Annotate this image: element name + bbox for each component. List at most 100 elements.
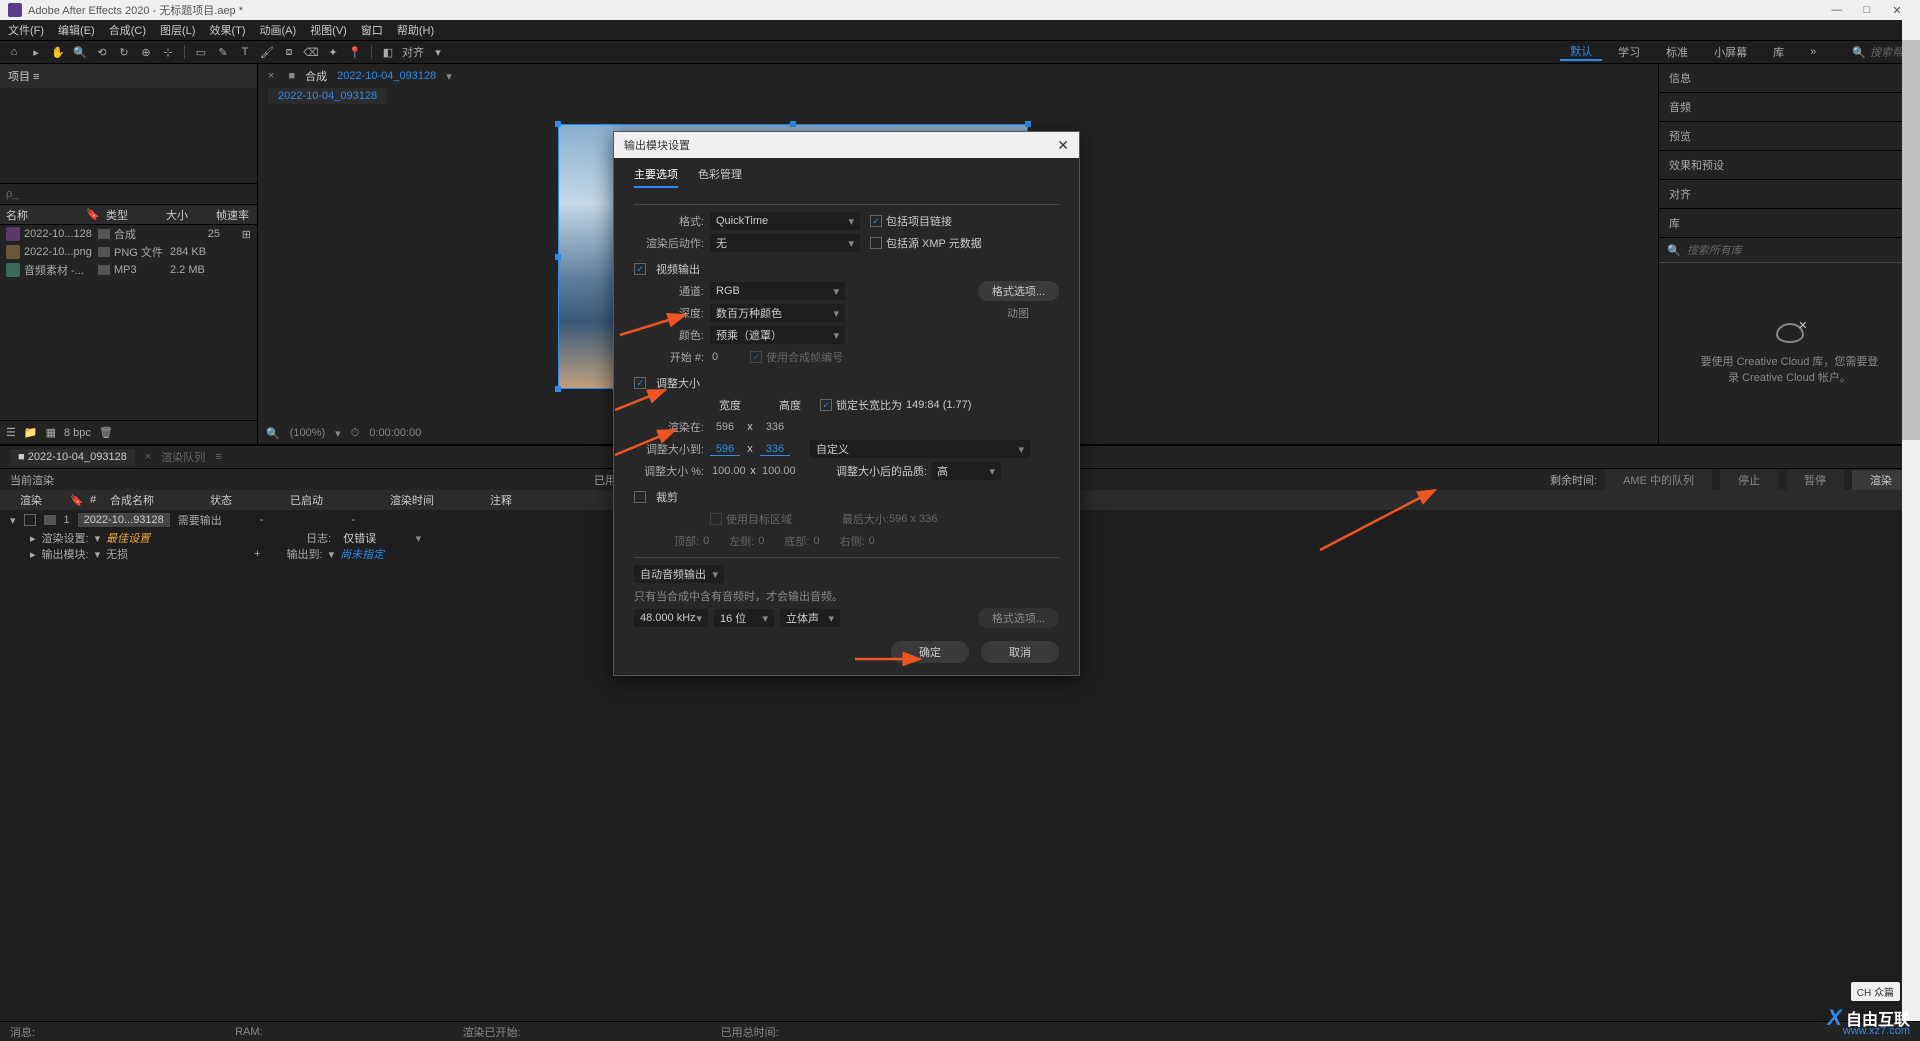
menu-layer[interactable]: 图层(L) [160, 22, 195, 38]
panel-audio[interactable]: 音频 [1659, 93, 1920, 122]
color-dropdown[interactable]: 预乘（遮罩）▾ [710, 326, 845, 344]
timeline-tab-rq[interactable]: 渲染队列 [161, 449, 205, 465]
bit-depth-dropdown[interactable]: 16 位▾ [714, 609, 774, 627]
stamp-tool-icon[interactable]: ⧈ [281, 44, 297, 60]
close-button[interactable]: ✕ [1882, 4, 1912, 17]
zoom-tool-icon[interactable]: 🔍 [72, 44, 88, 60]
close-tab-icon[interactable]: × [268, 70, 274, 82]
resize-w-input[interactable]: 596 [710, 443, 740, 456]
include-link-checkbox[interactable] [870, 215, 882, 227]
sample-rate-dropdown[interactable]: 48.000 kHz▾ [634, 609, 708, 627]
workspace-library[interactable]: 库 [1763, 44, 1794, 60]
tab-main-options[interactable]: 主要选项 [634, 166, 678, 188]
menu-help[interactable]: 帮助(H) [397, 22, 434, 38]
orbit-tool-icon[interactable]: ⟲ [94, 44, 110, 60]
workspace-small[interactable]: 小屏幕 [1704, 44, 1757, 60]
rect-tool-icon[interactable]: ▭ [193, 44, 209, 60]
menu-effect[interactable]: 效果(T) [209, 22, 245, 38]
video-output-checkbox[interactable] [634, 263, 646, 275]
snap-caret-icon[interactable]: ▾ [430, 44, 446, 60]
camera-tool-icon[interactable]: ⊕ [138, 44, 154, 60]
workspace-default[interactable]: 默认 [1560, 43, 1602, 61]
crop-checkbox[interactable] [634, 491, 646, 503]
magnify-icon[interactable]: 🔍 [266, 427, 280, 440]
text-tool-icon[interactable]: T [237, 44, 253, 60]
project-search[interactable]: ρ_ [0, 183, 257, 205]
project-item[interactable]: 2022-10...png PNG 文件 284 KB [0, 243, 257, 261]
window-scrollbar[interactable] [1902, 20, 1920, 1021]
dropdown-icon[interactable]: ▾ [446, 70, 452, 83]
use-comp-frame-checkbox[interactable] [750, 351, 762, 363]
resize-h-input[interactable]: 336 [760, 443, 790, 456]
brush-tool-icon[interactable]: 🖌 [259, 44, 275, 60]
include-xmp-checkbox[interactable] [870, 237, 882, 249]
depth-dropdown[interactable]: 数百万种颜色▾ [710, 304, 845, 322]
timeline-tab-comp[interactable]: ■ 2022-10-04_093128 [10, 449, 135, 465]
panel-preview[interactable]: 预览 [1659, 122, 1920, 151]
menu-composition[interactable]: 合成(C) [109, 22, 146, 38]
new-folder-icon[interactable]: 📁 [24, 426, 38, 439]
trash-icon[interactable]: 🗑 [99, 426, 113, 439]
comp-breadcrumb[interactable]: 2022-10-04_093128 [268, 88, 387, 104]
panel-info[interactable]: 信息 [1659, 64, 1920, 93]
format-dropdown[interactable]: QuickTime▾ [710, 212, 860, 230]
add-output-button[interactable]: + [254, 548, 260, 560]
project-panel-tab[interactable]: 项目 ≡ [0, 64, 257, 88]
col-type[interactable]: 类型 [100, 207, 160, 223]
current-time[interactable]: 0:00:00:00 [369, 427, 421, 439]
pause-button[interactable]: 暂停 [1786, 470, 1844, 490]
col-size[interactable]: 大小 [160, 207, 210, 223]
resize-preset-dropdown[interactable]: 自定义▾ [810, 440, 1030, 458]
format-options-button[interactable]: 格式选项... [978, 281, 1059, 301]
output-to-dropdown-icon[interactable]: ▾ [329, 548, 335, 561]
resize-checkbox[interactable] [634, 377, 646, 389]
bpc-toggle[interactable]: 8 bpc [64, 427, 91, 439]
workspace-more-icon[interactable]: » [1800, 46, 1826, 58]
panel-align[interactable]: 对齐 [1659, 180, 1920, 209]
new-comp-icon[interactable]: ▦ [46, 426, 56, 439]
menu-window[interactable]: 窗口 [361, 22, 383, 38]
pen-tool-icon[interactable]: ✎ [215, 44, 231, 60]
library-search[interactable]: 🔍 搜索所有库 [1659, 238, 1920, 263]
zoom-value[interactable]: (100%) [290, 427, 325, 439]
dialog-titlebar[interactable]: 输出模块设置 ✕ [614, 132, 1079, 158]
roto-tool-icon[interactable]: ✦ [325, 44, 341, 60]
menu-edit[interactable]: 编辑(E) [58, 22, 95, 38]
rotate-tool-icon[interactable]: ↻ [116, 44, 132, 60]
home-icon[interactable]: ⌂ [6, 44, 22, 60]
label-swatch[interactable] [44, 515, 56, 525]
col-fps[interactable]: 帧速率 [210, 207, 255, 223]
resize-quality-dropdown[interactable]: 高▾ [931, 462, 1001, 480]
workspace-standard[interactable]: 标准 [1656, 44, 1698, 60]
render-checkbox[interactable] [24, 514, 36, 526]
maximize-button[interactable]: □ [1852, 4, 1882, 16]
stop-button[interactable]: 停止 [1720, 470, 1778, 490]
output-module-dropdown-icon[interactable]: ▾ [95, 548, 101, 561]
anchor-tool-icon[interactable]: ⊹ [160, 44, 176, 60]
project-item[interactable]: 2022-10...128 合成 25 ⊞ [0, 225, 257, 243]
channels-dropdown[interactable]: 立体声▾ [780, 609, 840, 627]
log-dropdown[interactable]: 仅错误▾ [337, 529, 427, 547]
col-tag-icon[interactable]: 🔖 [80, 208, 100, 221]
audio-output-dropdown[interactable]: 自动音频输出▾ [634, 565, 724, 583]
selection-tool-icon[interactable]: ▸ [28, 44, 44, 60]
col-name[interactable]: 名称 [0, 207, 80, 223]
resolution-dropdown[interactable]: ▾ [335, 427, 341, 440]
comp-tab-name[interactable]: 2022-10-04_093128 [337, 70, 436, 82]
workspace-learn[interactable]: 学习 [1608, 44, 1650, 60]
panel-library[interactable]: 库 [1659, 209, 1920, 238]
render-settings-link[interactable]: 最佳设置 [106, 530, 150, 546]
postrender-dropdown[interactable]: 无▾ [710, 234, 860, 252]
tab-color-management[interactable]: 色彩管理 [698, 166, 742, 188]
project-item[interactable]: 音频素材 -... MP3 2.2 MB [0, 261, 257, 279]
interpret-icon[interactable]: ☰ [6, 426, 16, 439]
puppet-tool-icon[interactable]: 📍 [347, 44, 363, 60]
twirl-icon[interactable]: ▾ [10, 514, 16, 527]
ok-button[interactable]: 确定 [891, 641, 969, 663]
menu-file[interactable]: 文件(F) [8, 22, 44, 38]
lock-aspect-checkbox[interactable] [820, 399, 832, 411]
output-to-link[interactable]: 尚未指定 [340, 546, 384, 562]
snap-icon[interactable]: ◧ [380, 44, 396, 60]
cancel-button[interactable]: 取消 [981, 641, 1059, 663]
close-icon[interactable]: ✕ [1798, 319, 1807, 332]
